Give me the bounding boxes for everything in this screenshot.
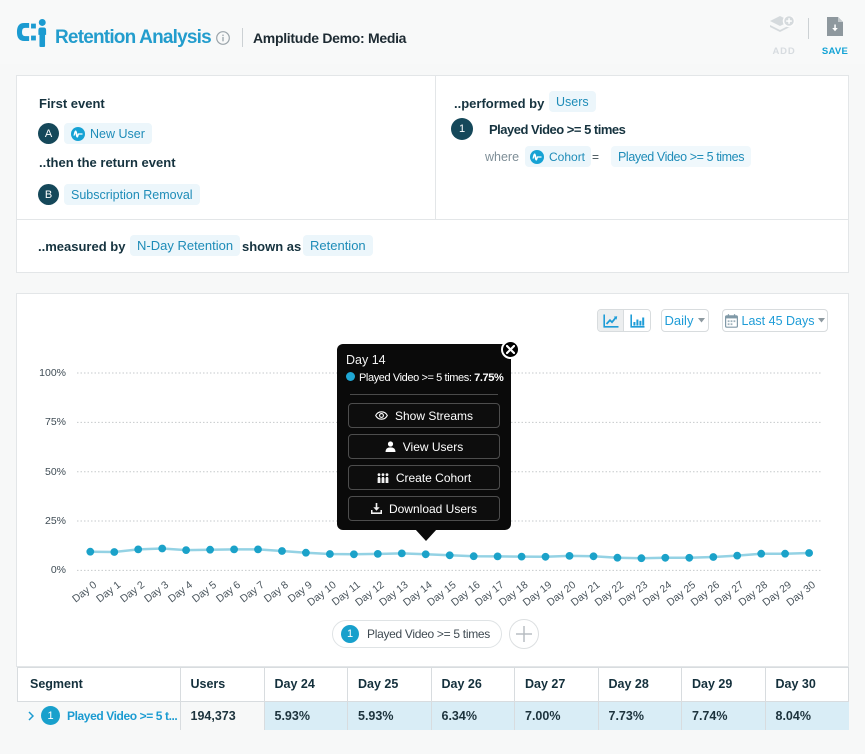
svg-text:Day 8: Day 8 bbox=[262, 579, 291, 605]
svg-text:Day 3: Day 3 bbox=[142, 579, 171, 605]
svg-text:Day 5: Day 5 bbox=[190, 579, 219, 605]
svg-text:Day 0: Day 0 bbox=[70, 579, 99, 605]
svg-text:Day 7: Day 7 bbox=[238, 579, 267, 605]
svg-text:Day 4: Day 4 bbox=[166, 579, 195, 605]
svg-text:Day 2: Day 2 bbox=[118, 579, 147, 605]
svg-text:Day 6: Day 6 bbox=[214, 579, 243, 605]
svg-text:Day 1: Day 1 bbox=[94, 579, 123, 605]
